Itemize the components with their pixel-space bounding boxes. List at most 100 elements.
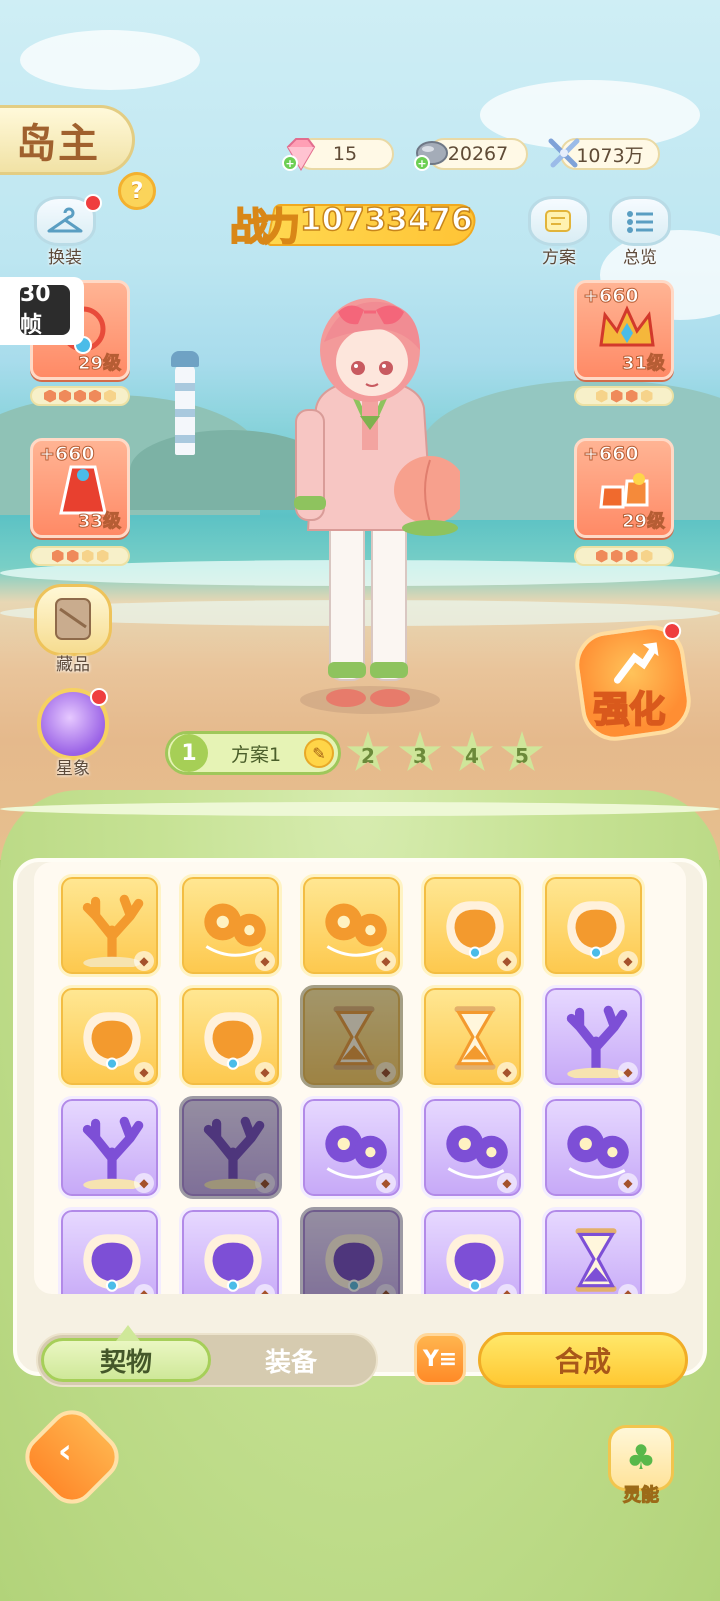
diamond-count: 15 xyxy=(332,143,358,165)
notification-dot xyxy=(84,194,102,212)
lighthouse xyxy=(171,351,199,455)
slot-bonus: +660 xyxy=(39,443,96,466)
plans-label: 方案 xyxy=(542,248,576,268)
inventory-item-coral[interactable]: ◆ xyxy=(58,874,161,977)
overview-button[interactable]: 总览 xyxy=(605,196,675,268)
inventory-item-flower[interactable]: ◆ xyxy=(300,874,403,977)
enhance-button[interactable]: 强化 xyxy=(570,620,696,746)
currency-diamond[interactable]: + 15 xyxy=(282,138,394,171)
slot-type-icon: ◆ xyxy=(618,1173,638,1193)
dress-up-button[interactable]: 换装 xyxy=(30,194,102,268)
equip-slot-cloak[interactable]: +660 33级 xyxy=(30,438,130,538)
inventory-tabs: 契物 装备 xyxy=(36,1333,378,1387)
combat-power-label: 战力 xyxy=(229,203,301,250)
shell-icon xyxy=(325,1234,383,1292)
equip-slot-shoes[interactable]: +660 29级 xyxy=(574,438,674,538)
fps-label: 30帧 xyxy=(20,282,70,338)
slot-level: 29级 xyxy=(77,353,121,375)
player-character[interactable] xyxy=(280,290,460,720)
gem-sockets xyxy=(574,546,674,566)
slot-type-icon: ◆ xyxy=(497,951,517,971)
slot-type-icon: ◆ xyxy=(255,1173,275,1193)
plan-number: 1 xyxy=(170,734,208,772)
spirit-label: 灵能 xyxy=(623,1485,660,1507)
plan-name: 方案1 xyxy=(230,743,282,766)
inventory-item-shell[interactable]: ◆ xyxy=(421,1207,524,1294)
slot-type-icon: ◆ xyxy=(497,1173,517,1193)
slot-type-icon: ◆ xyxy=(134,1062,154,1082)
shell-icon xyxy=(446,1234,504,1292)
combat-power-value: 10733476 xyxy=(299,201,473,239)
svg-text:+: + xyxy=(285,157,294,170)
slot-type-icon: ◆ xyxy=(618,1062,638,1082)
plan-scroll-icon xyxy=(528,196,590,246)
compose-button[interactable]: 合成 xyxy=(478,1332,688,1388)
inventory-item-shell[interactable]: ◆ xyxy=(179,985,282,1088)
spirit-button[interactable]: ♣ 灵能 xyxy=(608,1425,674,1507)
slot-type-icon: ◆ xyxy=(376,1173,396,1193)
inventory-item-flower[interactable]: ◆ xyxy=(542,1096,645,1199)
shell-icon xyxy=(204,1234,262,1292)
slot-level: 31级 xyxy=(621,353,665,375)
notification-dot xyxy=(90,688,108,706)
collection-label: 藏品 xyxy=(56,655,90,675)
inventory-item-shell[interactable]: ◆ xyxy=(300,1207,403,1294)
swords-count: 1073万 xyxy=(576,144,644,167)
dress-up-label: 换装 xyxy=(48,248,82,268)
hourglass-icon xyxy=(575,1228,617,1292)
help-button[interactable]: ? xyxy=(118,172,156,210)
slot-level: 29级 xyxy=(621,511,665,533)
arrow-up-icon xyxy=(613,642,659,684)
slot-type-icon: ◆ xyxy=(618,951,638,971)
inventory-item-flower[interactable]: ◆ xyxy=(300,1096,403,1199)
slot-bonus: +660 xyxy=(583,285,640,308)
inventory-item-hourglass[interactable]: ◆ xyxy=(300,985,403,1088)
page-title: 岛主 xyxy=(16,120,100,167)
inventory-item-shell[interactable]: ◆ xyxy=(58,1207,161,1294)
gem-sockets xyxy=(30,546,130,566)
enhance-label: 强化 xyxy=(592,688,666,732)
overview-label: 总览 xyxy=(623,248,657,268)
inventory-item-shell[interactable]: ◆ xyxy=(542,874,645,977)
tab-equipment[interactable]: 装备 xyxy=(216,1338,366,1382)
slot-bonus: +660 xyxy=(583,443,640,466)
collection-icon xyxy=(34,584,112,656)
gem-sockets xyxy=(574,386,674,406)
shell-icon xyxy=(83,1234,141,1292)
inventory-item-shell[interactable]: ◆ xyxy=(179,1207,282,1294)
equip-slot-crown[interactable]: +660 31级 xyxy=(574,280,674,380)
currency-ore[interactable]: + 20267 xyxy=(414,138,528,171)
filter-button[interactable]: Y≡ xyxy=(414,1333,466,1385)
tab-contracts[interactable]: 契物 xyxy=(41,1338,211,1382)
inventory-item-coral[interactable]: ◆ xyxy=(542,985,645,1088)
inventory-item-shell[interactable]: ◆ xyxy=(58,985,161,1088)
inventory-item-flower[interactable]: ◆ xyxy=(179,874,282,977)
inventory-item-hourglass[interactable]: ◆ xyxy=(421,985,524,1088)
inventory-item-flower[interactable]: ◆ xyxy=(421,1096,524,1199)
astrology-button[interactable]: 星象 xyxy=(32,688,114,779)
inventory-item-hourglass[interactable]: ◆ xyxy=(542,1207,645,1294)
inventory-item-coral[interactable]: ◆ xyxy=(58,1096,161,1199)
inventory-grid: ◆ ◆ ◆ ◆ ◆ ◆ ◆ ◆ ◆ ◆ ◆ ◆ ◆ ◆ ◆ ◆ ◆ ◆ ◆ ◆ xyxy=(34,862,686,1294)
inventory-item-coral[interactable]: ◆ xyxy=(179,1096,282,1199)
crossed-swords-icon xyxy=(544,134,584,174)
plan-selector-current[interactable]: 1 方案1 ✎ xyxy=(165,731,341,775)
slot-level: 33级 xyxy=(77,511,121,533)
plans-button[interactable]: 方案 xyxy=(524,196,594,268)
svg-text:+: + xyxy=(417,157,426,170)
chevron-left-icon: ‹ xyxy=(57,1431,72,1472)
collection-button[interactable]: 藏品 xyxy=(32,584,114,675)
slot-type-icon: ◆ xyxy=(255,1062,275,1082)
slot-type-icon: ◆ xyxy=(376,1062,396,1082)
silver-ore-icon: + xyxy=(412,134,452,174)
inventory-item-shell[interactable]: ◆ xyxy=(421,874,524,977)
slot-type-icon: ◆ xyxy=(134,1173,154,1193)
pencil-icon[interactable]: ✎ xyxy=(304,738,334,768)
astrology-label: 星象 xyxy=(56,759,90,779)
currency-swords[interactable]: 1073万 xyxy=(548,138,660,170)
list-icon xyxy=(609,196,671,246)
slot-type-icon: ◆ xyxy=(255,951,275,971)
fps-badge: 30帧 xyxy=(0,277,84,345)
gem-sockets xyxy=(30,386,130,406)
pink-diamond-icon: + xyxy=(280,134,320,174)
